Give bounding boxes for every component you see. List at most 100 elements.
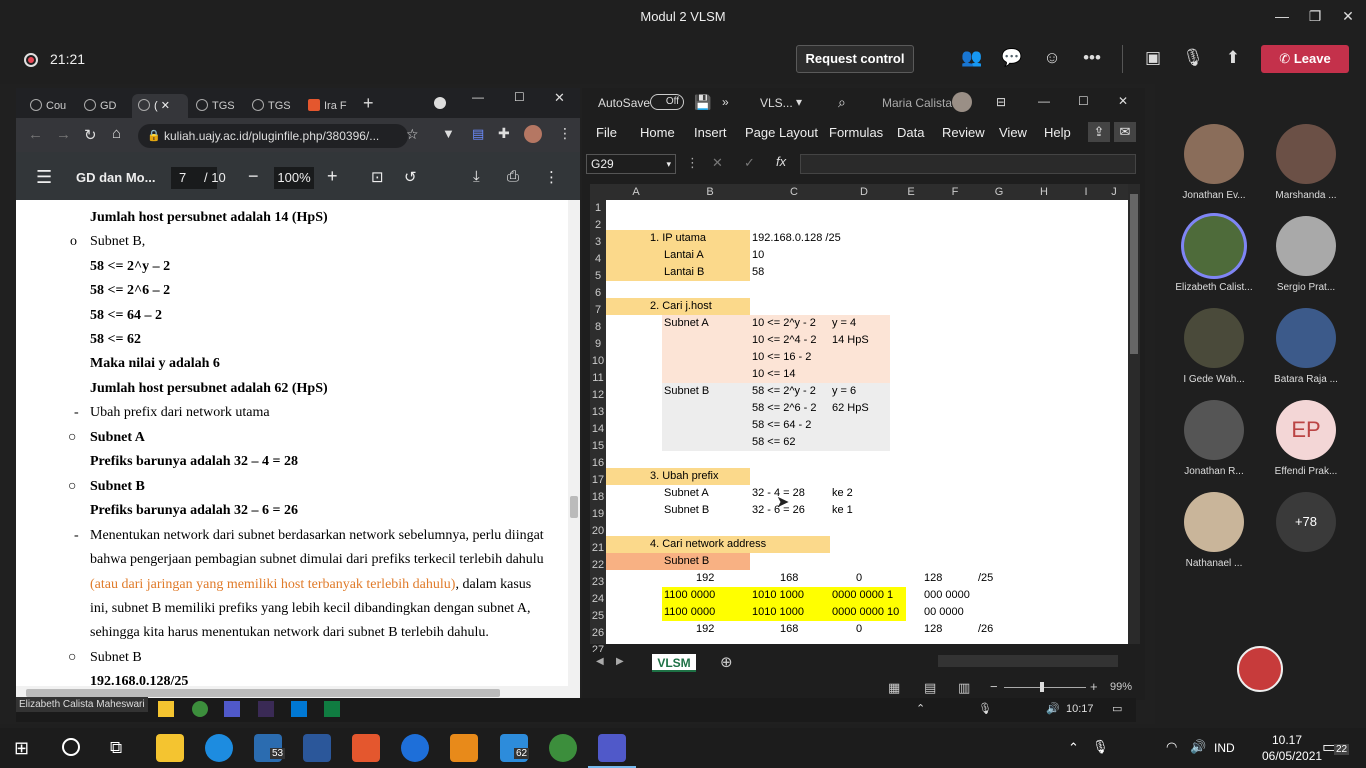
column-header[interactable]: D bbox=[834, 186, 894, 198]
column-header[interactable]: E bbox=[894, 186, 928, 198]
volume-icon[interactable]: 🔊 bbox=[1190, 739, 1206, 755]
participants-icon[interactable]: 👥 bbox=[960, 48, 984, 70]
zoom-level[interactable]: 99% bbox=[1110, 681, 1132, 693]
notifications-icon[interactable]: ▭ bbox=[1112, 702, 1122, 715]
cell[interactable]: 4. Cari network address bbox=[650, 538, 766, 550]
pdf-more-icon[interactable]: ⋮ bbox=[544, 168, 559, 186]
cell[interactable]: 10 <= 2^y - 2 bbox=[752, 317, 816, 329]
cell[interactable]: /25 bbox=[978, 572, 993, 584]
spreadsheet-grid[interactable]: 1. IP utama 192.168.0.128 /25 Lantai A 1… bbox=[606, 200, 1128, 644]
search-icon[interactable]: ⌕ bbox=[838, 94, 846, 111]
rotate-icon[interactable]: ↺ bbox=[404, 168, 417, 186]
menu-page-layout[interactable]: Page Layout bbox=[745, 125, 818, 140]
self-avatar[interactable] bbox=[1237, 646, 1283, 692]
share-screen-icon[interactable]: ⬆ bbox=[1221, 48, 1245, 70]
row-header[interactable]: 25 bbox=[590, 610, 606, 622]
participant-tile[interactable]: Nathanael ... bbox=[1169, 492, 1259, 569]
row-header[interactable]: 20 bbox=[590, 525, 606, 537]
row-header[interactable]: 21 bbox=[590, 542, 606, 554]
mic-icon[interactable]: 🎙 bbox=[1092, 739, 1109, 755]
cell[interactable]: 10 <= 16 - 2 bbox=[752, 351, 811, 363]
menu-file[interactable]: File bbox=[596, 125, 617, 140]
profile-avatar[interactable] bbox=[524, 125, 542, 143]
cell[interactable]: 3. Ubah prefix bbox=[650, 470, 718, 482]
menu-review[interactable]: Review bbox=[942, 125, 985, 140]
chrome-icon[interactable] bbox=[549, 734, 577, 762]
reload-icon[interactable]: ↻ bbox=[84, 126, 97, 144]
remote-clock[interactable]: 10:17 bbox=[1066, 703, 1094, 715]
cell[interactable]: Subnet A bbox=[664, 317, 709, 329]
cell[interactable]: 0 bbox=[856, 572, 862, 584]
row-header[interactable]: 8 bbox=[590, 321, 606, 333]
language-indicator[interactable]: IND bbox=[1214, 741, 1235, 755]
row-header[interactable]: 13 bbox=[590, 406, 606, 418]
search-icon[interactable] bbox=[62, 738, 80, 756]
home-icon[interactable]: ⌂ bbox=[112, 125, 121, 142]
sheet-tab-vlsm[interactable]: VLSM bbox=[652, 654, 696, 672]
row-header[interactable]: 17 bbox=[590, 474, 606, 486]
menu-formulas[interactable]: Formulas bbox=[829, 125, 883, 140]
cell[interactable]: Subnet B bbox=[664, 504, 709, 516]
browser-tab[interactable]: Ira F bbox=[302, 94, 356, 118]
new-tab-icon[interactable]: + bbox=[363, 93, 374, 114]
browser-tab[interactable]: TGS bbox=[246, 94, 300, 118]
cell[interactable]: 192.168.0.128 /25 bbox=[752, 232, 841, 244]
participant-tile[interactable]: Jonathan R... bbox=[1169, 400, 1259, 477]
cancel-icon[interactable]: ✕ bbox=[712, 155, 723, 171]
cell[interactable]: 192 bbox=[696, 572, 714, 584]
cell[interactable]: 1. IP utama bbox=[650, 232, 706, 244]
print-icon[interactable]: ⎙ bbox=[507, 168, 519, 185]
browser-tab[interactable]: GD bbox=[78, 94, 130, 118]
cell[interactable]: 10 <= 14 bbox=[752, 368, 795, 380]
bookmark-star-icon[interactable]: ☆ bbox=[406, 126, 419, 143]
zoom-slider-thumb[interactable] bbox=[1040, 682, 1044, 692]
ribbon-display-icon[interactable]: ⊟ bbox=[996, 95, 1006, 109]
row-header[interactable]: 12 bbox=[590, 389, 606, 401]
column-header[interactable]: C bbox=[754, 186, 834, 198]
wifi-icon[interactable]: ◠ bbox=[1166, 739, 1177, 755]
formula-input[interactable] bbox=[800, 154, 1136, 174]
participant-tile[interactable]: +78 bbox=[1261, 492, 1351, 558]
leave-button[interactable]: ✆ Leave bbox=[1261, 45, 1349, 73]
row-header[interactable]: 10 bbox=[590, 355, 606, 367]
cell[interactable]: 1010 1000 bbox=[752, 606, 804, 618]
app-icon[interactable] bbox=[352, 734, 380, 762]
excel-close-icon[interactable]: ✕ bbox=[1118, 94, 1128, 108]
back-icon[interactable]: ← bbox=[28, 126, 43, 143]
column-header[interactable]: B bbox=[666, 186, 754, 198]
enter-icon[interactable]: ✓ bbox=[744, 155, 755, 171]
cell[interactable]: 10 <= 2^4 - 2 bbox=[752, 334, 817, 346]
chrome-menu-icon[interactable]: ⋮ bbox=[558, 125, 572, 142]
cell[interactable]: /26 bbox=[978, 623, 993, 635]
mail-icon[interactable]: 53 bbox=[254, 734, 286, 762]
participant-tile[interactable]: Sergio Prat... bbox=[1261, 216, 1351, 293]
chat-icon[interactable]: 💬 bbox=[1000, 48, 1024, 70]
cell[interactable]: 0000 0000 10 bbox=[832, 606, 899, 618]
more-options-icon[interactable]: ••• bbox=[1080, 48, 1104, 70]
row-header[interactable]: 22 bbox=[590, 559, 606, 571]
camera-off-icon[interactable]: ▣ bbox=[1141, 48, 1165, 70]
menu-help[interactable]: Help bbox=[1044, 125, 1071, 140]
cell[interactable]: 62 HpS bbox=[832, 402, 869, 414]
edge-icon[interactable] bbox=[205, 734, 233, 762]
extensions-puzzle-icon[interactable]: ✚ bbox=[498, 125, 510, 142]
tab-search-icon[interactable] bbox=[434, 97, 446, 109]
column-header[interactable]: I bbox=[1072, 186, 1100, 198]
row-header[interactable]: 2 bbox=[590, 219, 606, 231]
chevron-down-icon[interactable]: ▾ bbox=[796, 95, 802, 109]
cell[interactable]: 10 bbox=[752, 249, 764, 261]
sheet-prev-icon[interactable]: ◀ bbox=[596, 656, 604, 667]
task-view-icon[interactable]: ⧉ bbox=[110, 738, 122, 758]
cell[interactable]: 00 0000 bbox=[924, 606, 964, 618]
row-header[interactable]: 11 bbox=[590, 372, 606, 384]
menu-data[interactable]: Data bbox=[897, 125, 924, 140]
cell[interactable]: 1010 1000 bbox=[752, 589, 804, 601]
row-header[interactable]: 3 bbox=[590, 236, 606, 248]
tray-chevron-icon[interactable]: ⌃ bbox=[1068, 740, 1079, 756]
request-control-button[interactable]: Request control bbox=[796, 45, 914, 73]
insert-function-icon[interactable]: fx bbox=[776, 154, 786, 169]
comments-icon[interactable]: ✉ bbox=[1114, 122, 1136, 142]
participant-tile[interactable]: I Gede Wah... bbox=[1169, 308, 1259, 385]
options-icon[interactable]: ⋮ bbox=[686, 155, 699, 171]
start-icon[interactable]: ⊞ bbox=[14, 738, 29, 759]
